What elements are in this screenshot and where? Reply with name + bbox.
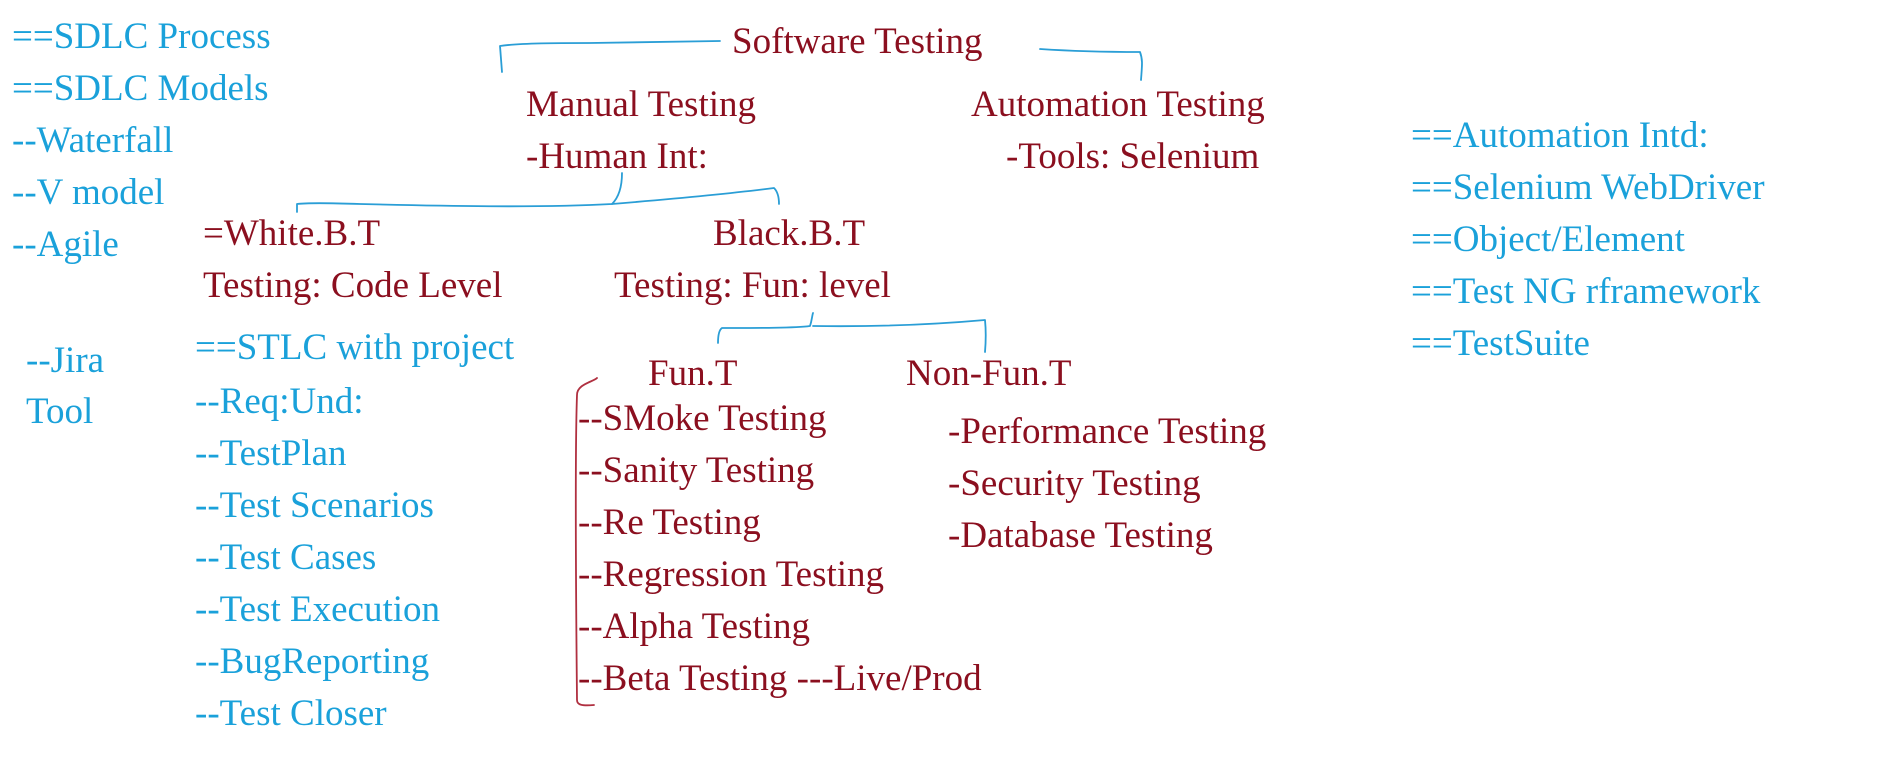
- stlc-item: --Test Cases: [195, 537, 377, 578]
- jira-note-line-2: Tool: [26, 391, 94, 432]
- non-functional-title: Non-Fun.T: [906, 353, 1072, 394]
- stlc-item: --BugReporting: [195, 641, 430, 682]
- manual-split-right: [611, 187, 780, 205]
- non-functional-item: -Database Testing: [948, 515, 1213, 556]
- non-functional-item: -Security Testing: [948, 463, 1201, 504]
- functional-item: --Sanity Testing: [578, 450, 815, 491]
- manual-testing-title: Manual Testing: [526, 84, 757, 125]
- left-note-sdlc-process: ==SDLC Process: [12, 16, 271, 57]
- right-note-testsuite: ==TestSuite: [1411, 323, 1590, 364]
- functional-item: --SMoke Testing: [578, 398, 827, 439]
- manual-testing-sub: -Human Int:: [526, 136, 708, 177]
- right-note-object-element: ==Object/Element: [1411, 219, 1685, 260]
- stlc-heading: ==STLC with project: [195, 327, 515, 368]
- black-box-sub: Testing: Fun: level: [614, 265, 891, 306]
- functional-item: --Alpha Testing: [578, 606, 811, 647]
- stlc-item: --Test Closer: [195, 693, 387, 734]
- functional-title: Fun.T: [648, 353, 738, 394]
- root-left-bracket: [499, 40, 721, 73]
- non-functional-item: -Performance Testing: [948, 411, 1267, 452]
- manual-split-bracket: [296, 172, 623, 213]
- stlc-item: --Test Execution: [195, 589, 441, 630]
- root-right-bracket: [1039, 48, 1143, 81]
- functional-item: --Beta Testing ---Live/Prod: [578, 658, 982, 699]
- stlc-item: --Test Scenarios: [195, 485, 434, 526]
- stlc-item: --Req:Und:: [195, 381, 364, 422]
- black-box-split-bracket: [717, 312, 987, 353]
- left-note-sdlc-models: ==SDLC Models: [12, 68, 269, 109]
- stlc-item: --TestPlan: [195, 433, 347, 474]
- functional-item: --Regression Testing: [578, 554, 885, 595]
- functional-item: --Re Testing: [578, 502, 761, 543]
- right-note-automation-intro: ==Automation Intd:: [1411, 115, 1709, 156]
- left-note-v-model: --V model: [12, 172, 165, 213]
- jira-note-line-1: --Jira: [26, 340, 105, 381]
- white-box-sub: Testing: Code Level: [203, 265, 503, 306]
- tree-root-title: Software Testing: [732, 21, 983, 62]
- left-note-agile: --Agile: [12, 224, 119, 265]
- automation-testing-sub: -Tools: Selenium: [1006, 136, 1260, 177]
- right-note-testng-framework: ==Test NG rframework: [1411, 271, 1761, 312]
- automation-testing-title: Automation Testing: [971, 84, 1265, 125]
- right-note-selenium-webdriver: ==Selenium WebDriver: [1411, 167, 1765, 208]
- black-box-title: Black.B.T: [713, 213, 866, 254]
- white-box-title: =White.B.T: [203, 213, 381, 254]
- left-note-waterfall: --Waterfall: [12, 120, 174, 161]
